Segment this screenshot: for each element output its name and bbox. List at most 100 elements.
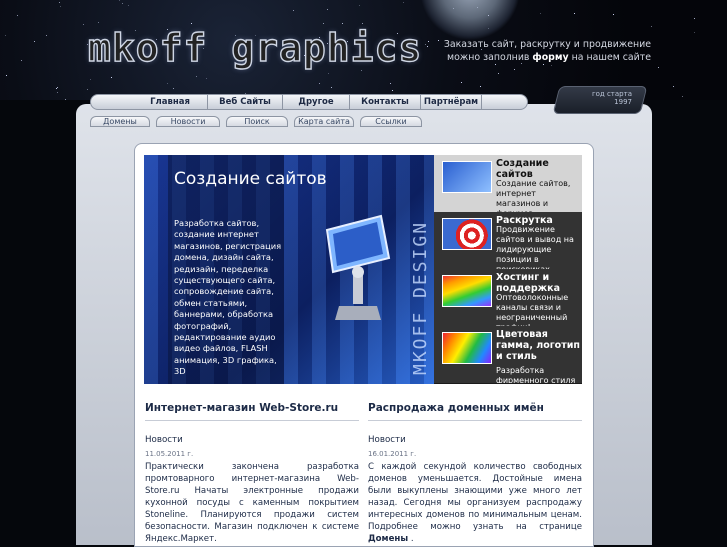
star — [428, 41, 429, 42]
star — [453, 8, 454, 9]
column-text: Практически закончена разработка промтов… — [145, 462, 359, 544]
column-heading-webstore[interactable]: Интернет-магазин Web-Store.ru — [145, 402, 338, 414]
column-date: 11.05.2011 г. — [145, 450, 194, 458]
tagline-line1: Заказать сайт, раскрутку и продвижение — [443, 39, 651, 50]
star — [361, 70, 362, 71]
star — [540, 13, 541, 14]
nav-home[interactable]: Главная — [133, 95, 208, 109]
star — [60, 6, 61, 7]
star — [514, 69, 515, 70]
side-item-branding[interactable]: Цветовая гамма, логотип и стиль Разработ… — [434, 326, 582, 384]
star — [111, 77, 112, 78]
side-item-title: Создание сайтов — [496, 158, 549, 180]
star — [65, 99, 66, 100]
target-thumb — [442, 218, 492, 250]
star — [694, 18, 695, 19]
header-tagline: Заказать сайт, раскрутку и продвижение м… — [444, 38, 651, 64]
star — [167, 83, 168, 84]
side-item-hosting[interactable]: Хостинг и поддержка Оптоволоконные канал… — [434, 269, 582, 327]
start-year-text: год старта 1997 — [591, 90, 632, 106]
star — [57, 87, 58, 88]
star — [191, 23, 192, 24]
column-heading-domains-sale[interactable]: Распродажа доменных имён — [368, 402, 544, 414]
subnav-links[interactable]: Ссылки — [360, 116, 422, 127]
star — [461, 82, 462, 83]
star — [5, 35, 6, 36]
star — [128, 5, 129, 6]
star — [495, 64, 496, 65]
star — [425, 44, 426, 45]
star — [651, 26, 652, 27]
star — [498, 73, 499, 74]
nav-other[interactable]: Другое — [283, 95, 350, 109]
site-logo[interactable]: mkoff graphics — [87, 25, 422, 70]
star — [438, 40, 439, 41]
nav-partners[interactable]: Партнёрам — [421, 95, 482, 109]
side-item-web-design[interactable]: Создание сайтов Создание сайтов, интерне… — [434, 155, 582, 213]
column-divider — [145, 420, 359, 421]
star — [488, 15, 489, 16]
promo-banner: Создание сайтов Разработка сайтов, созда… — [144, 155, 582, 384]
side-item-desc: Создание сайтов, интернет магазинов и фо… — [496, 179, 571, 212]
domains-link[interactable]: Домены — [368, 534, 408, 544]
column-divider — [368, 420, 582, 421]
star — [173, 88, 174, 89]
star — [87, 89, 88, 90]
side-item-title: Хостинг и поддержка — [496, 272, 560, 294]
star — [362, 23, 363, 24]
side-item-promotion[interactable]: Раскрутка Продвижение сайтов и вывод на … — [434, 212, 582, 270]
star — [206, 78, 207, 79]
robot-screen-illustration — [325, 214, 391, 320]
star — [682, 96, 683, 97]
subnav-domains[interactable]: Домены — [90, 116, 150, 127]
column-text: С каждой секундой количество свободных д… — [368, 462, 582, 532]
star — [390, 83, 391, 84]
side-item-desc: Разработка фирменного стиля — [496, 366, 576, 384]
star — [17, 15, 18, 16]
tagline-pre: можно заполнив — [447, 52, 530, 63]
web-design-thumb — [442, 161, 492, 193]
subnav-news[interactable]: Новости — [156, 116, 220, 127]
star — [59, 2, 60, 3]
star — [119, 0, 120, 1]
banner-description: Разработка сайтов, создание интернет маг… — [174, 218, 282, 377]
star — [323, 23, 324, 24]
star — [403, 2, 404, 3]
star — [427, 46, 428, 47]
star — [21, 60, 22, 61]
star — [327, 9, 328, 10]
order-form-link[interactable]: форму — [532, 52, 568, 63]
star — [543, 64, 544, 65]
fiber-thumb — [442, 275, 492, 307]
star — [694, 32, 695, 33]
star — [83, 24, 84, 25]
star — [90, 79, 91, 80]
main-navigation: Главная Веб Сайты Другое Контакты Партнё… — [90, 94, 528, 110]
subnav-search[interactable]: Поиск — [226, 116, 288, 127]
banner-vertical-brand: MKOFF DESIGN — [410, 220, 431, 375]
star — [613, 14, 614, 15]
star — [56, 88, 57, 89]
column-text-domains: С каждой секундой количество свободных д… — [368, 461, 582, 545]
side-item-desc: Оптоволоконные каналы связи и неограниче… — [496, 293, 569, 326]
star — [319, 83, 320, 84]
star — [57, 92, 58, 93]
column-date: 16.01.2011 г. — [368, 450, 417, 458]
star — [574, 13, 575, 14]
subnav-sitemap[interactable]: Карта сайта — [294, 116, 354, 127]
column-sub: Новости — [145, 435, 183, 445]
star — [658, 67, 659, 68]
star — [98, 22, 99, 23]
star — [673, 86, 674, 87]
star — [480, 86, 481, 87]
star — [342, 23, 343, 24]
star — [34, 41, 35, 42]
banner-title: Создание сайтов — [174, 169, 327, 189]
nav-contacts[interactable]: Контакты — [350, 95, 421, 109]
column-sub: Новости — [368, 435, 406, 445]
tagline-post: на нашем сайте — [571, 52, 651, 63]
star — [328, 73, 329, 74]
nav-websites[interactable]: Веб Сайты — [208, 95, 283, 109]
star — [551, 65, 552, 66]
star — [6, 75, 7, 76]
